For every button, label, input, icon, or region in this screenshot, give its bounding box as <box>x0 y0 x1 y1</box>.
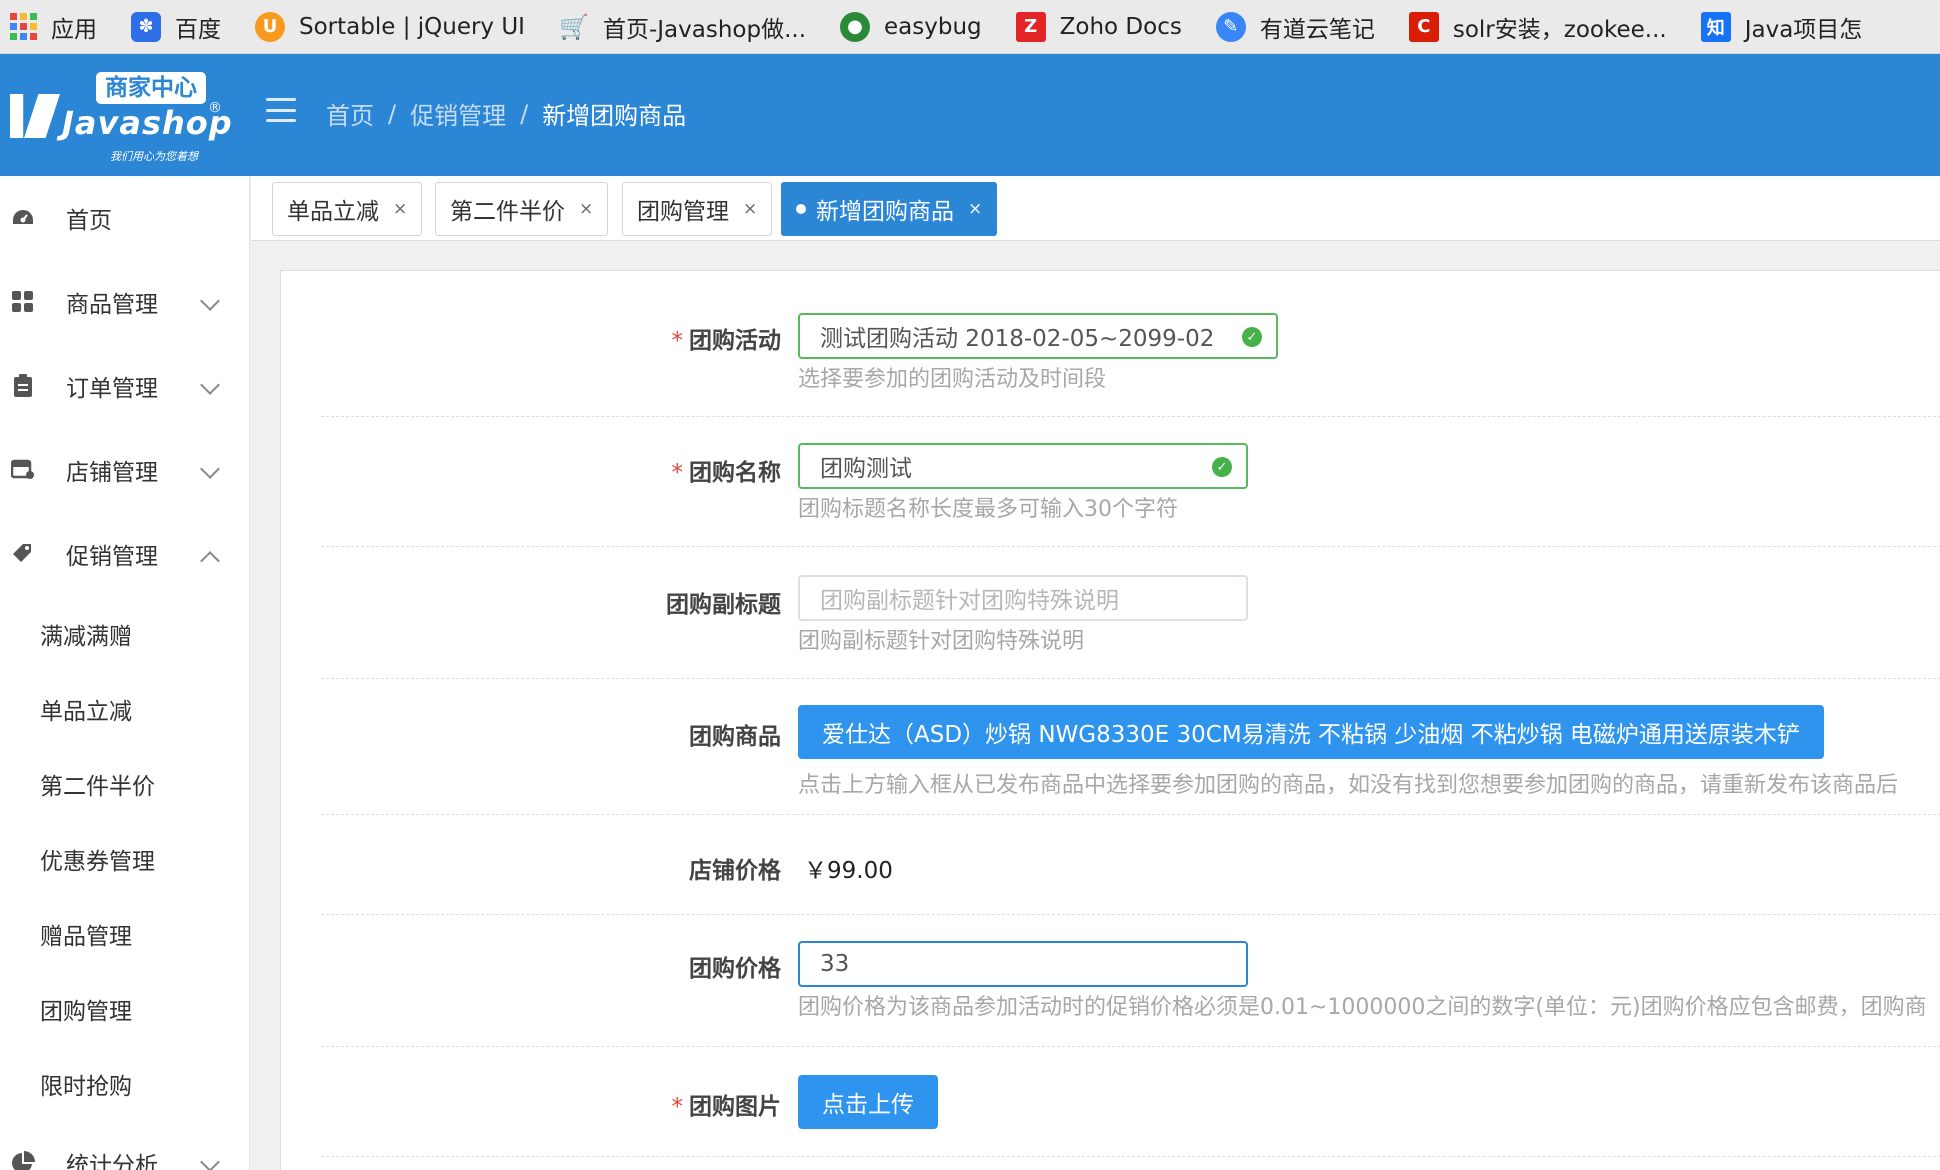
bookmarks-bar: 应用 ✽ 百度 U Sortable | jQuery UI 🛒 首页-Java… <box>0 0 1940 54</box>
form-row-subtitle: 团购副标题 团购副标题针对团购特殊说明 团购副标题针对团购特殊说明 <box>321 547 1940 679</box>
store-icon <box>10 457 36 483</box>
tab-group-buy-management[interactable]: 团购管理 × <box>622 182 773 236</box>
apps-grid-icon <box>10 13 37 40</box>
goods-label: 团购商品 <box>689 724 781 750</box>
sidebar-subitem-full-reduction[interactable]: 满减满赠 <box>0 596 249 671</box>
breadcrumb-current: 新增团购商品 <box>542 102 687 130</box>
image-label: * 团购图片 <box>671 1094 782 1120</box>
store-price-value: ￥99.00 <box>804 858 893 884</box>
shopping-cart-icon: 🛒 <box>559 12 589 41</box>
bookmark-sortable[interactable]: U Sortable | jQuery UI <box>255 11 525 42</box>
tabs-bar: 单品立减 × 第二件半价 × 团购管理 × 新增团购商品 × <box>251 176 1940 241</box>
bookmark-baidu[interactable]: ✽ 百度 <box>131 10 221 44</box>
javashop-logo[interactable]: 商家中心 Javashop ® 我们用心为您着想 <box>10 72 232 163</box>
sidebar-subitem-single-reduction[interactable]: 单品立减 <box>0 671 249 746</box>
sidebar-subitem-coupons[interactable]: 优惠券管理 <box>0 821 249 896</box>
sidebar-subitem-gifts[interactable]: 赠品管理 <box>0 896 249 971</box>
dashboard-icon <box>10 205 36 231</box>
subtitle-input[interactable]: 团购副标题针对团购特殊说明 <box>798 575 1248 621</box>
group-price-label: 团购价格 <box>689 956 781 982</box>
group-price-help: 团购价格为该商品参加活动时的促销价格必须是0.01~1000000之间的数字(单… <box>798 995 1927 1020</box>
menu-toggle-icon[interactable] <box>266 98 296 122</box>
logo-badge: 商家中心 <box>96 72 206 104</box>
chevron-down-icon <box>200 1152 220 1170</box>
activity-help: 选择要参加的团购活动及时间段 <box>798 367 1107 392</box>
breadcrumb-separator: / <box>388 99 397 128</box>
sidebar-item-orders[interactable]: 订单管理 <box>0 344 249 428</box>
store-price-label: 店铺价格 <box>689 858 781 884</box>
bookmark-easybug[interactable]: ● easybug <box>840 11 982 42</box>
bookmark-zhihu[interactable]: 知 Java项目怎 <box>1700 10 1862 44</box>
selected-goods-button[interactable]: 爱仕达（ASD）炒锅 NWG8330E 30CM易清洗 不粘锅 少油烟 不粘炒锅… <box>798 705 1824 759</box>
close-icon[interactable]: × <box>968 199 982 219</box>
activity-select[interactable]: 测试团购活动 2018-02-05~2099-02 ✓ <box>798 313 1278 359</box>
jquery-ui-icon: U <box>255 11 285 42</box>
breadcrumb-separator: / <box>520 99 529 128</box>
sidebar-item-store[interactable]: 店铺管理 <box>0 428 249 512</box>
sidebar-item-home[interactable]: 首页 <box>0 176 249 260</box>
form-panel: * 团购活动 测试团购活动 2018-02-05~2099-02 ✓ 选择要参加的… <box>280 270 1940 1170</box>
form-row-goods: 团购商品 爱仕达（ASD）炒锅 NWG8330E 30CM易清洗 不粘锅 少油烟… <box>321 679 1940 815</box>
logo-slogan: 我们用心为您着想 <box>110 150 198 163</box>
clipboard-icon <box>10 373 36 399</box>
sidebar-subitem-second-half-price[interactable]: 第二件半价 <box>0 746 249 821</box>
logo-mark-slash <box>24 94 60 138</box>
bookmark-zoho-docs[interactable]: Z Zoho Docs <box>1015 11 1182 42</box>
baidu-paw-icon: ✽ <box>131 11 161 42</box>
sidebar-item-promotion[interactable]: 促销管理 <box>0 512 249 596</box>
goods-grid-icon <box>10 289 36 315</box>
close-icon[interactable]: × <box>393 199 407 219</box>
activity-label: * 团购活动 <box>671 328 782 354</box>
breadcrumb-section[interactable]: 促销管理 <box>410 96 506 131</box>
form-row-name: * 团购名称 团购测试 ✓ 团购标题名称长度最多可输入30个字符 <box>321 417 1940 547</box>
tab-second-half-price[interactable]: 第二件半价 × <box>435 182 609 236</box>
logo-registered-mark: ® <box>208 100 222 116</box>
form-row-store-price: 店铺价格 ￥99.00 <box>321 815 1940 915</box>
chevron-up-icon <box>200 551 220 571</box>
form-row-image: * 团购图片 点击上传 <box>321 1047 1940 1157</box>
tab-add-group-buy-goods[interactable]: 新增团购商品 × <box>781 182 998 236</box>
sidebar-subitem-group-buy[interactable]: 团购管理 <box>0 971 249 1046</box>
chevron-down-icon <box>200 375 220 395</box>
tab-single-reduction[interactable]: 单品立减 × <box>272 182 423 236</box>
active-dot-icon <box>796 204 806 214</box>
sidebar-item-goods[interactable]: 商品管理 <box>0 260 249 344</box>
youdao-note-icon: ✎ <box>1215 11 1246 42</box>
breadcrumb-home[interactable]: 首页 <box>326 96 374 131</box>
bookmark-csdn[interactable]: C solr安装，zookee... <box>1408 10 1667 44</box>
chevron-down-icon <box>200 459 220 479</box>
subtitle-help: 团购副标题针对团购特殊说明 <box>798 629 1085 654</box>
app-header: 商家中心 Javashop ® 我们用心为您着想 首页 / 促销管理 / 新增团… <box>0 54 1940 176</box>
zoho-docs-icon: Z <box>1015 11 1046 42</box>
zhihu-icon: 知 <box>1700 11 1731 42</box>
check-circle-icon: ✓ <box>1242 327 1262 347</box>
name-help: 团购标题名称长度最多可输入30个字符 <box>798 497 1178 522</box>
sidebar: 首页 商品管理 订单管理 店铺管理 促销管理 满减满赠 单品立减 第二件半价 优… <box>0 176 250 1170</box>
sidebar-item-statistics[interactable]: 统计分析 <box>0 1121 249 1170</box>
pie-chart-icon <box>10 1150 36 1170</box>
bookmark-youdao[interactable]: ✎ 有道云笔记 <box>1215 10 1375 44</box>
check-circle-icon: ✓ <box>1212 457 1232 477</box>
breadcrumb: 首页 / 促销管理 / 新增团购商品 <box>326 96 686 131</box>
group-name-input[interactable]: 团购测试 ✓ <box>798 443 1248 489</box>
bookmark-javashop[interactable]: 🛒 首页-Javashop做... <box>559 10 806 44</box>
sidebar-subitem-flash-sale[interactable]: 限时抢购 <box>0 1046 249 1121</box>
csdn-c-icon: C <box>1408 11 1439 42</box>
chevron-down-icon <box>200 291 220 311</box>
goods-help: 点击上方输入框从已发布商品中选择要参加团购的商品，如没有找到您想要参加团购的商品… <box>798 773 1899 798</box>
tag-icon <box>10 541 36 567</box>
close-icon[interactable]: × <box>579 199 593 219</box>
group-price-input[interactable]: 33 <box>798 941 1248 987</box>
easybug-bug-icon: ● <box>840 11 871 42</box>
form-row-activity: * 团购活动 测试团购活动 2018-02-05~2099-02 ✓ 选择要参加的… <box>321 271 1940 417</box>
name-label: * 团购名称 <box>671 460 782 486</box>
bookmark-apps[interactable]: 应用 <box>10 10 97 44</box>
form-row-group-price: 团购价格 33 团购价格为该商品参加活动时的促销价格必须是0.01~100000… <box>321 915 1940 1047</box>
subtitle-label: 团购副标题 <box>666 592 781 618</box>
close-icon[interactable]: × <box>743 199 757 219</box>
upload-button[interactable]: 点击上传 <box>798 1075 938 1129</box>
